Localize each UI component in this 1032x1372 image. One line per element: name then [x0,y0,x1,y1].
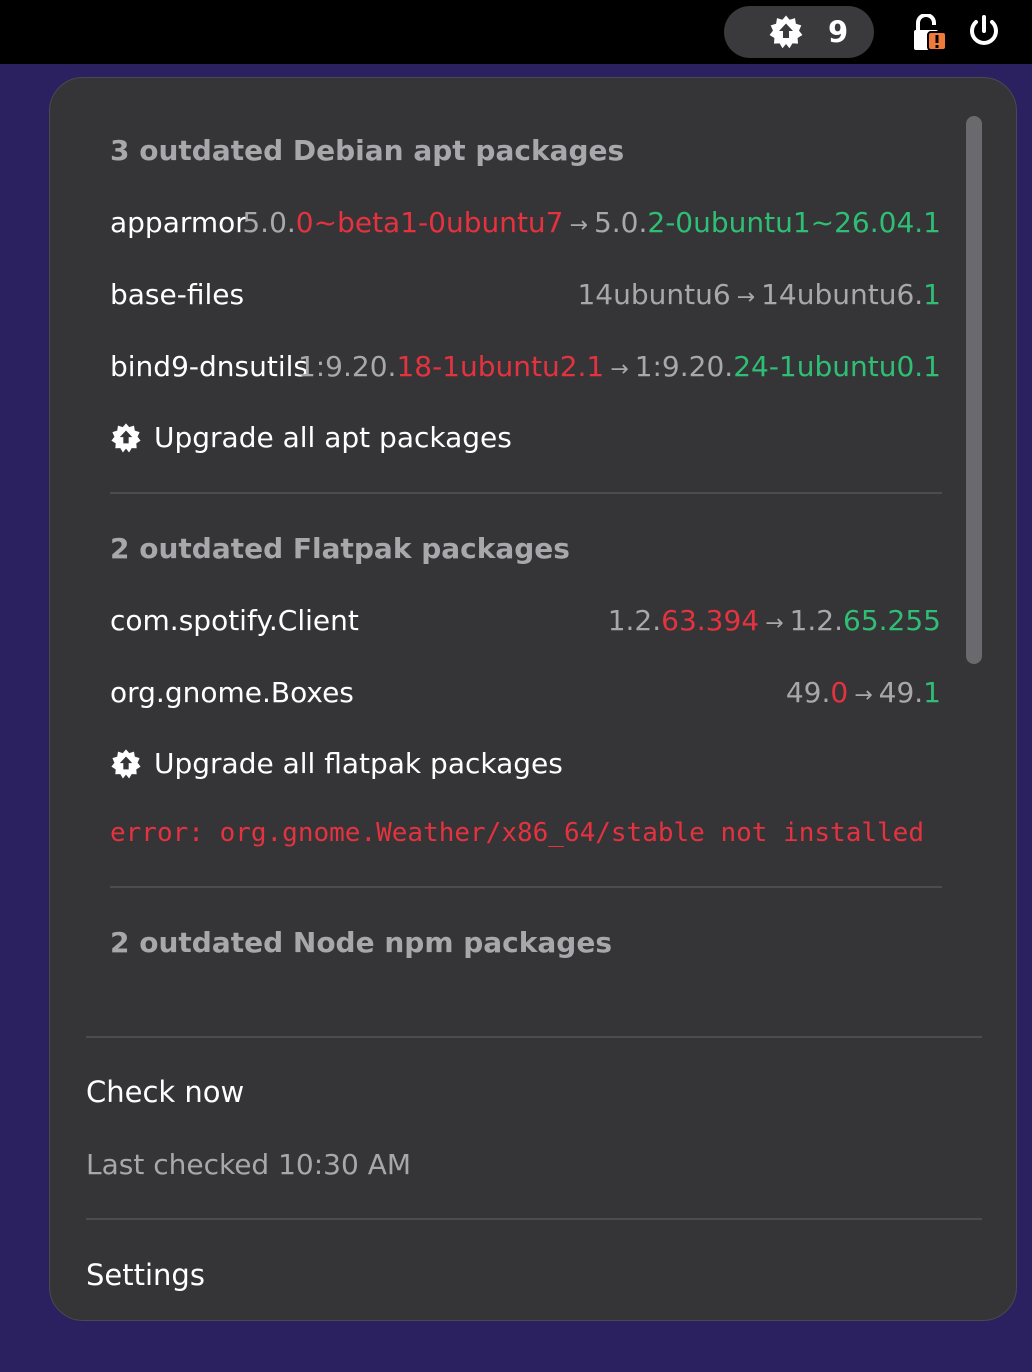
flatpak-error-message: error: org.gnome.Weather/x86_64/stable n… [110,818,924,848]
check-now-button[interactable]: Check now [86,1075,244,1109]
arrow-right-icon: → [854,683,873,708]
upgrade-flatpak-button[interactable]: Upgrade all flatpak packages [110,747,563,780]
package-version: 49.0 → 49.1 [785,676,941,709]
settings-button[interactable]: Settings [86,1258,205,1292]
divider [110,886,942,888]
package-version: 5.0.0~beta1-0ubuntu7 → 5.0.2-0ubuntu1~26.0… [242,206,941,239]
package-version: 1.2.63.394 → 1.2.65.255 [607,604,941,637]
package-name: base-files [110,278,245,311]
arrow-right-icon: → [610,357,629,382]
apt-section-heading: 3 outdated Debian apt packages [110,134,625,167]
package-version: 14ubuntu6 → 14ubuntu6.1 [577,278,941,311]
package-name: bind9-dnsutils [110,350,308,383]
update-gear-icon [769,15,803,49]
divider [110,492,942,494]
package-name: org.gnome.Boxes [110,676,354,709]
updates-indicator[interactable]: 9 [724,6,874,58]
divider [86,1036,982,1038]
package-version: 1:9.20.18-1ubuntu2.1 → 1:9.20.24-1ubuntu0.… [297,350,941,383]
divider [86,1218,982,1220]
top-bar: 9 [0,0,1032,64]
upgrade-apt-label: Upgrade all apt packages [154,421,512,454]
power-icon[interactable] [966,14,1002,50]
flatpak-section-heading: 2 outdated Flatpak packages [110,532,570,565]
scrollbar[interactable] [966,116,982,664]
upgrade-gear-icon [111,422,141,452]
npm-section-heading: 2 outdated Node npm packages [110,926,612,959]
package-name: com.spotify.Client [110,604,359,637]
lock-icon[interactable] [912,14,948,52]
arrow-right-icon: → [736,285,756,310]
arrow-right-icon: → [765,611,784,636]
update-count: 9 [828,15,849,49]
upgrade-apt-button[interactable]: Upgrade all apt packages [110,421,512,454]
last-checked-text: Last checked 10:30 AM [86,1148,412,1181]
upgrade-gear-icon [111,748,141,778]
upgrade-flatpak-label: Upgrade all flatpak packages [154,747,563,780]
arrow-right-icon: → [569,213,588,238]
package-name: apparmor [110,206,247,239]
